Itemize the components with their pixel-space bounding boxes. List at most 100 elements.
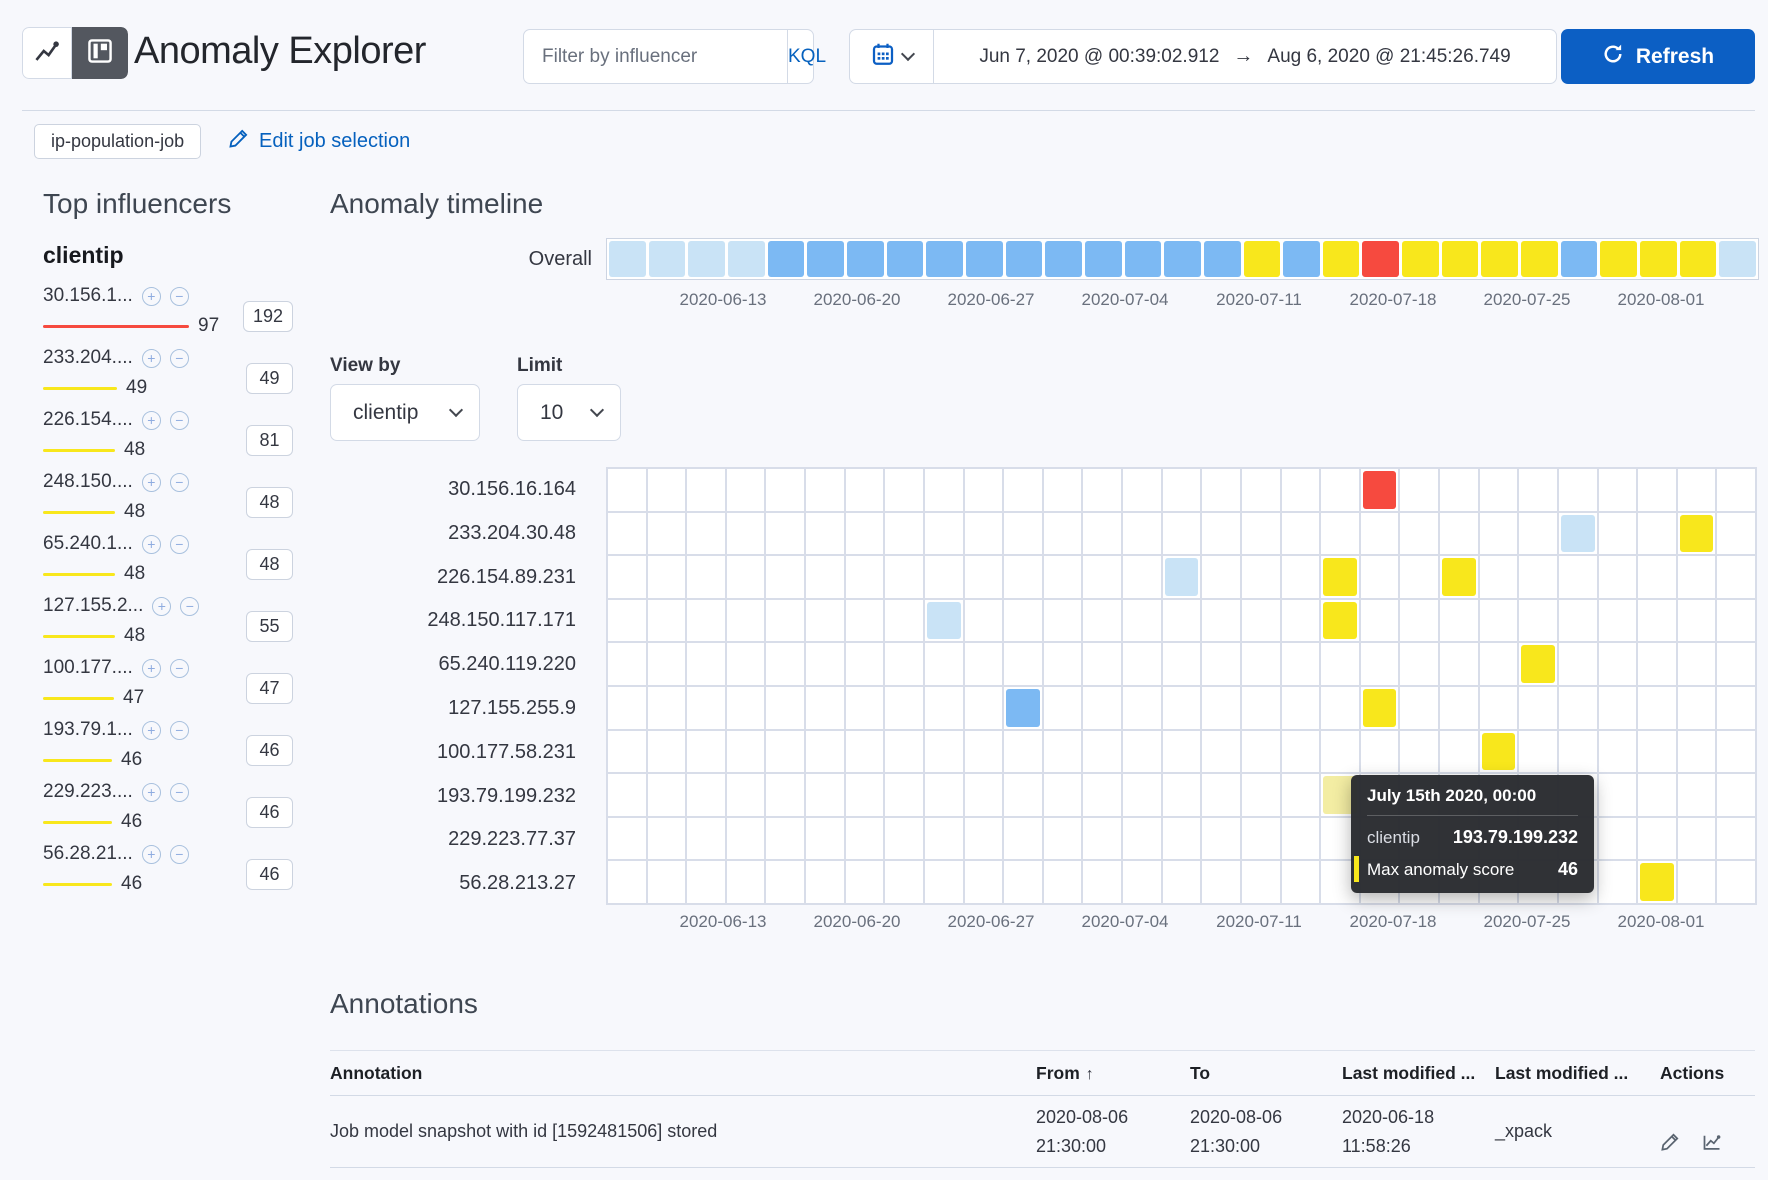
swimlane-cell[interactable] [766, 861, 806, 905]
swimlane-cell[interactable] [1202, 731, 1242, 775]
swimlane-cell[interactable] [1242, 469, 1282, 513]
influencer-name[interactable]: 229.223.... [43, 781, 133, 803]
swimlane-cell[interactable] [608, 556, 648, 600]
swimlane-cell[interactable] [1044, 774, 1084, 818]
swimlane-cell[interactable] [766, 687, 806, 731]
influencer-name[interactable]: 127.155.2... [43, 595, 143, 617]
swimlane-cell[interactable] [1282, 861, 1322, 905]
anomaly-cell-low[interactable] [1561, 515, 1595, 553]
swimlane-cell[interactable] [1440, 600, 1480, 644]
swimlane-cell[interactable] [1242, 643, 1282, 687]
swimlane-cell[interactable] [1202, 556, 1242, 600]
swimlane-cell[interactable] [766, 731, 806, 775]
swimlane-cell[interactable] [1202, 600, 1242, 644]
swimlane-cell[interactable] [1163, 687, 1203, 731]
swimlane-cell[interactable] [1163, 818, 1203, 862]
overall-swimlane-cell[interactable] [1600, 241, 1637, 277]
swimlane-cell[interactable] [766, 818, 806, 862]
swimlane-cell[interactable] [1163, 861, 1203, 905]
swimlane-cell[interactable] [608, 818, 648, 862]
swimlane-cell[interactable] [1717, 469, 1757, 513]
influencer-name[interactable]: 248.150.... [43, 471, 133, 493]
overall-swimlane-cell[interactable] [1719, 241, 1756, 277]
swimlane-cell[interactable] [727, 469, 767, 513]
swimlane-cell[interactable] [1123, 513, 1163, 557]
remove-filter-icon[interactable]: − [170, 845, 189, 864]
add-filter-icon[interactable]: + [142, 349, 161, 368]
swimlane-cell[interactable] [727, 731, 767, 775]
swimlane-cell[interactable] [885, 513, 925, 557]
swimlane-cell[interactable] [1004, 861, 1044, 905]
swimlane-cell[interactable] [806, 600, 846, 644]
swimlane-cell[interactable] [727, 556, 767, 600]
swimlane-cell[interactable] [766, 600, 806, 644]
remove-filter-icon[interactable]: − [170, 721, 189, 740]
swimlane-cell[interactable] [1163, 600, 1203, 644]
swimlane-cell[interactable] [1400, 556, 1440, 600]
swimlane-cell[interactable] [1519, 687, 1559, 731]
swimlane-cell[interactable] [1599, 731, 1639, 775]
swimlane-cell[interactable] [1638, 513, 1678, 557]
edit-job-selection-link[interactable]: Edit job selection [228, 124, 410, 159]
swimlane-cell[interactable] [687, 513, 727, 557]
swimlane-cell[interactable] [1440, 469, 1480, 513]
anomaly-cell-critical[interactable] [1363, 471, 1397, 509]
swimlane-cell[interactable] [806, 556, 846, 600]
swimlane-cell[interactable] [1083, 731, 1123, 775]
swimlane-cell[interactable] [1440, 513, 1480, 557]
overall-swimlane-cell[interactable] [1481, 241, 1518, 277]
swimlane-cell[interactable] [885, 861, 925, 905]
swimlane-cell[interactable] [1559, 513, 1599, 557]
swimlane-cell[interactable] [1599, 643, 1639, 687]
swimlane-cell[interactable] [1599, 687, 1639, 731]
overall-swimlane-cell[interactable] [1442, 241, 1479, 277]
overall-swimlane-cell[interactable] [1006, 241, 1043, 277]
swimlane-cell[interactable] [1599, 600, 1639, 644]
swimlane-cell[interactable] [1004, 774, 1044, 818]
overall-swimlane-cell[interactable] [609, 241, 646, 277]
swimlane-cell[interactable] [1638, 731, 1678, 775]
swimlane-cell[interactable] [1638, 774, 1678, 818]
swimlane-cell[interactable] [1202, 643, 1242, 687]
swimlane-cell[interactable] [1678, 469, 1718, 513]
add-filter-icon[interactable]: + [142, 845, 161, 864]
influencer-name[interactable]: 100.177.... [43, 657, 133, 679]
swimlane-cell[interactable] [648, 643, 688, 687]
swimlane-cell[interactable] [1163, 774, 1203, 818]
swimlane-cell[interactable] [965, 513, 1005, 557]
swimlane-cell[interactable] [806, 469, 846, 513]
influencer-name[interactable]: 233.204.... [43, 347, 133, 369]
swimlane-cell[interactable] [1321, 643, 1361, 687]
swimlane-cell[interactable] [608, 513, 648, 557]
swimlane-cell[interactable] [1480, 687, 1520, 731]
swimlane-cell[interactable] [648, 687, 688, 731]
overall-swimlane-cell[interactable] [1045, 241, 1082, 277]
swimlane-cell[interactable] [1361, 731, 1401, 775]
swimlane-cell[interactable] [1599, 861, 1639, 905]
swimlane-cell[interactable] [846, 861, 886, 905]
swimlane-cell[interactable] [1044, 469, 1084, 513]
swimlane-cell[interactable] [1044, 687, 1084, 731]
swimlane-cell[interactable] [1480, 643, 1520, 687]
swimlane-cell[interactable] [1361, 600, 1401, 644]
swimlane-cell[interactable] [965, 861, 1005, 905]
swimlane-cell[interactable] [1123, 774, 1163, 818]
swimlane-cell[interactable] [846, 600, 886, 644]
swimlane-cell[interactable] [687, 643, 727, 687]
swimlane-cell[interactable] [608, 774, 648, 818]
add-filter-icon[interactable]: + [142, 659, 161, 678]
swimlane-cell[interactable] [1282, 687, 1322, 731]
swimlane-cell[interactable] [1678, 731, 1718, 775]
overall-swimlane-cell[interactable] [728, 241, 765, 277]
anomaly-cell-minor[interactable] [1680, 515, 1714, 553]
swimlane-cell[interactable] [1717, 513, 1757, 557]
overall-swimlane-cell[interactable] [1085, 241, 1122, 277]
swimlane-cell[interactable] [648, 600, 688, 644]
swimlane-cell[interactable] [1678, 556, 1718, 600]
swimlane-cell[interactable] [1638, 469, 1678, 513]
swimlane-cell[interactable] [846, 731, 886, 775]
swimlane-cell[interactable] [1123, 643, 1163, 687]
swimlane-cell[interactable] [1123, 469, 1163, 513]
swimlane-cell[interactable] [1361, 556, 1401, 600]
swimlane-cell[interactable] [687, 556, 727, 600]
